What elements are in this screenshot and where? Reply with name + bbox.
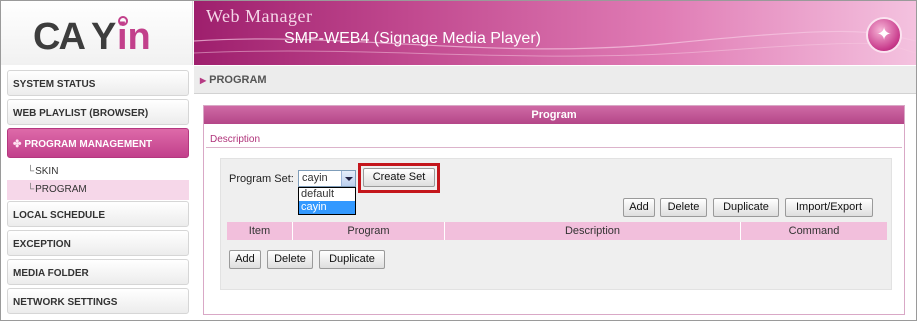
program-panel: Program Description Program Set: cayin d… — [203, 105, 905, 315]
sidebar-subitem-label: SKIN — [35, 166, 59, 177]
sidebar-item-web-playlist[interactable]: WEB PLAYLIST (BROWSER) — [7, 99, 189, 125]
column-command: Command — [788, 225, 840, 237]
option-cayin[interactable]: cayin — [299, 201, 355, 214]
program-set-value: cayin — [302, 172, 328, 184]
program-set-label: Program Set: — [229, 173, 294, 185]
option-default[interactable]: default — [299, 188, 355, 201]
sidebar-item-local-schedule[interactable]: LOCAL SCHEDULE — [7, 201, 189, 227]
column-item: Item — [227, 222, 293, 240]
breadcrumb-bar: ▶ PROGRAM — [194, 66, 916, 94]
sidebar-item-media-folder[interactable]: MEDIA FOLDER — [7, 259, 189, 285]
sidebar-item-exception[interactable]: EXCEPTION — [7, 230, 189, 256]
sidebar-subitem-skin[interactable]: └SKIN — [7, 162, 189, 182]
cayin-logo: CA Y in — [33, 16, 151, 55]
add-button-bottom[interactable]: Add — [229, 250, 261, 269]
add-button[interactable]: Add — [623, 198, 655, 217]
header-subtitle: SMP-WEB4 (Signage Media Player) — [284, 30, 541, 47]
sidebar-item-system-status[interactable]: SYSTEM STATUS — [7, 70, 189, 96]
sparkle-small-icon: ✤ — [13, 139, 22, 150]
svg-text:CA: CA — [33, 16, 85, 55]
sidebar-subitem-label: PROGRAM — [35, 184, 87, 195]
program-set-area: Program Set: cayin default cayin Create … — [220, 158, 892, 290]
sidebar-item-label: PROGRAM MANAGEMENT — [24, 139, 153, 150]
svg-text:Y: Y — [91, 16, 116, 55]
sidebar-subitem-program[interactable]: └PROGRAM — [7, 180, 189, 200]
sidebar-item-label: WEB PLAYLIST (BROWSER) — [13, 108, 149, 119]
header-title: Web Manager — [206, 6, 313, 26]
tree-elbow-icon: └ — [27, 166, 35, 177]
breadcrumb-label: PROGRAM — [209, 74, 267, 86]
sidebar-item-label: EXCEPTION — [13, 239, 71, 250]
breadcrumb-arrow-icon: ▶ — [200, 76, 207, 85]
tree-elbow-icon: └ — [27, 184, 35, 195]
delete-button[interactable]: Delete — [660, 198, 707, 217]
duplicate-button-bottom[interactable]: Duplicate — [319, 250, 385, 269]
program-table-header: Item Program Description Command — [227, 222, 887, 240]
column-description: Description — [445, 222, 741, 240]
duplicate-button[interactable]: Duplicate — [713, 198, 779, 217]
sidebar-item-label: MEDIA FOLDER — [13, 268, 89, 279]
program-set-options: default cayin — [298, 187, 356, 215]
sidebar-item-label: NETWORK SETTINGS — [13, 297, 118, 308]
description-link[interactable]: Description — [210, 134, 260, 145]
sidebar-item-label: LOCAL SCHEDULE — [13, 210, 106, 221]
chevron-down-icon[interactable] — [341, 171, 355, 186]
app-header: Web Manager SMP-WEB4 (Signage Media Play… — [194, 1, 916, 65]
create-set-button[interactable]: Create Set — [363, 168, 435, 187]
divider — [206, 147, 902, 148]
panel-title: Program — [204, 106, 904, 124]
svg-text:in: in — [117, 16, 151, 55]
sidebar-item-program-management[interactable]: ✤ PROGRAM MANAGEMENT — [7, 128, 189, 158]
sidebar: SYSTEM STATUS WEB PLAYLIST (BROWSER) ✤ PR… — [1, 66, 193, 320]
program-set-select[interactable]: cayin — [298, 170, 356, 187]
delete-button-bottom[interactable]: Delete — [267, 250, 313, 269]
import-export-button[interactable]: Import/Export — [785, 198, 873, 217]
sidebar-item-label: SYSTEM STATUS — [13, 79, 96, 90]
column-program: Program — [293, 222, 445, 240]
logo-area: CA Y in — [1, 1, 193, 65]
breadcrumb: ▶ PROGRAM — [200, 74, 267, 86]
sidebar-item-network-settings[interactable]: NETWORK SETTINGS — [7, 288, 189, 314]
sparkle-icon: ✦ — [866, 17, 902, 53]
